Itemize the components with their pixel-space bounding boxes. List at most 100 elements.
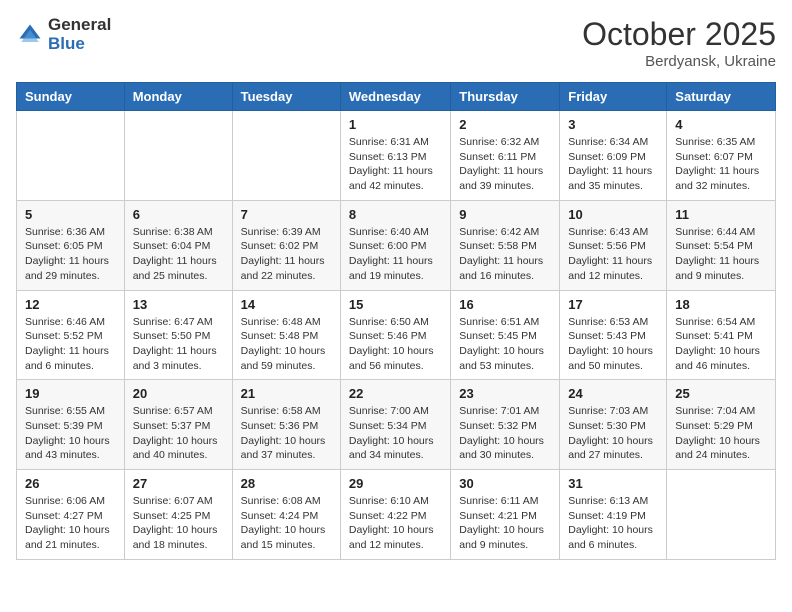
day-info: Sunrise: 6:34 AM Sunset: 6:09 PM Dayligh… bbox=[568, 135, 658, 194]
day-info: Sunrise: 6:13 AM Sunset: 4:19 PM Dayligh… bbox=[568, 494, 658, 553]
day-number: 6 bbox=[133, 207, 224, 222]
weekday-header-monday: Monday bbox=[124, 83, 232, 111]
day-number: 4 bbox=[675, 117, 767, 132]
calendar-cell: 26Sunrise: 6:06 AM Sunset: 4:27 PM Dayli… bbox=[17, 470, 125, 560]
weekday-header-thursday: Thursday bbox=[451, 83, 560, 111]
calendar-cell: 5 Sunrise: 6:36 AM Sunset: 6:05 PM Daylig… bbox=[17, 200, 125, 290]
day-number: 14 bbox=[241, 297, 332, 312]
day-number: 29 bbox=[349, 476, 442, 491]
day-info: Sunrise: 6:50 AM Sunset: 5:46 PM Dayligh… bbox=[349, 315, 442, 374]
calendar-cell: 28 Sunrise: 6:08 AM Sunset: 4:24 PM Dayli… bbox=[232, 470, 340, 560]
calendar-cell: 24 Sunrise: 7:03 AM Sunset: 5:30 PM Dayli… bbox=[560, 380, 667, 470]
day-info: Sunrise: 6:06 AM Sunset: 4:27 PM Dayligh… bbox=[25, 494, 116, 553]
calendar-cell: 6 Sunrise: 6:38 AM Sunset: 6:04 PM Daylig… bbox=[124, 200, 232, 290]
day-info: Sunrise: 6:47 AM Sunset: 5:50 PM Dayligh… bbox=[133, 315, 224, 374]
day-info: Sunrise: 6:38 AM Sunset: 6:04 PM Dayligh… bbox=[133, 225, 224, 284]
calendar-cell bbox=[17, 111, 125, 201]
calendar-cell: 22Sunrise: 7:00 AM Sunset: 5:34 PM Dayli… bbox=[340, 380, 450, 470]
calendar-cell: 7Sunrise: 6:39 AM Sunset: 6:02 PM Daylig… bbox=[232, 200, 340, 290]
day-info: Sunrise: 6:10 AM Sunset: 4:22 PM Dayligh… bbox=[349, 494, 442, 553]
day-info: Sunrise: 6:39 AM Sunset: 6:02 PM Dayligh… bbox=[241, 225, 332, 284]
day-number: 3 bbox=[568, 117, 658, 132]
calendar-cell: 30Sunrise: 6:11 AM Sunset: 4:21 PM Dayli… bbox=[451, 470, 560, 560]
calendar-cell: 9Sunrise: 6:42 AM Sunset: 5:58 PM Daylig… bbox=[451, 200, 560, 290]
day-info: Sunrise: 6:44 AM Sunset: 5:54 PM Dayligh… bbox=[675, 225, 767, 284]
day-info: Sunrise: 7:04 AM Sunset: 5:29 PM Dayligh… bbox=[675, 404, 767, 463]
logo-general-text: General bbox=[48, 16, 111, 35]
day-info: Sunrise: 6:08 AM Sunset: 4:24 PM Dayligh… bbox=[241, 494, 332, 553]
day-number: 25 bbox=[675, 386, 767, 401]
calendar-cell: 18 Sunrise: 6:54 AM Sunset: 5:41 PM Dayli… bbox=[667, 290, 776, 380]
page-header: General Blue October 2025 Berdyansk, Ukr… bbox=[16, 16, 776, 70]
day-number: 24 bbox=[568, 386, 658, 401]
calendar-cell: 15 Sunrise: 6:50 AM Sunset: 5:46 PM Dayli… bbox=[340, 290, 450, 380]
calendar-cell bbox=[124, 111, 232, 201]
day-number: 28 bbox=[241, 476, 332, 491]
weekday-header-sunday: Sunday bbox=[17, 83, 125, 111]
day-number: 12 bbox=[25, 297, 116, 312]
day-number: 13 bbox=[133, 297, 224, 312]
day-number: 27 bbox=[133, 476, 224, 491]
day-number: 19 bbox=[25, 386, 116, 401]
day-number: 10 bbox=[568, 207, 658, 222]
day-info: Sunrise: 6:40 AM Sunset: 6:00 PM Dayligh… bbox=[349, 225, 442, 284]
day-info: Sunrise: 6:36 AM Sunset: 6:05 PM Dayligh… bbox=[25, 225, 116, 284]
day-number: 21 bbox=[241, 386, 332, 401]
day-number: 17 bbox=[568, 297, 658, 312]
day-number: 15 bbox=[349, 297, 442, 312]
calendar-cell: 21Sunrise: 6:58 AM Sunset: 5:36 PM Dayli… bbox=[232, 380, 340, 470]
calendar-cell: 12 Sunrise: 6:46 AM Sunset: 5:52 PM Dayli… bbox=[17, 290, 125, 380]
day-info: Sunrise: 6:54 AM Sunset: 5:41 PM Dayligh… bbox=[675, 315, 767, 374]
calendar-week-row: 19 Sunrise: 6:55 AM Sunset: 5:39 PM Dayli… bbox=[17, 380, 776, 470]
calendar-cell: 2 Sunrise: 6:32 AM Sunset: 6:11 PM Daylig… bbox=[451, 111, 560, 201]
calendar-cell: 20 Sunrise: 6:57 AM Sunset: 5:37 PM Dayli… bbox=[124, 380, 232, 470]
day-number: 1 bbox=[349, 117, 442, 132]
day-number: 2 bbox=[459, 117, 551, 132]
logo-blue-text: Blue bbox=[48, 35, 111, 54]
day-number: 16 bbox=[459, 297, 551, 312]
day-info: Sunrise: 6:53 AM Sunset: 5:43 PM Dayligh… bbox=[568, 315, 658, 374]
calendar-table: SundayMondayTuesdayWednesdayThursdayFrid… bbox=[16, 82, 776, 560]
day-number: 20 bbox=[133, 386, 224, 401]
day-info: Sunrise: 6:42 AM Sunset: 5:58 PM Dayligh… bbox=[459, 225, 551, 284]
day-number: 18 bbox=[675, 297, 767, 312]
day-info: Sunrise: 6:57 AM Sunset: 5:37 PM Dayligh… bbox=[133, 404, 224, 463]
calendar-cell: 4 Sunrise: 6:35 AM Sunset: 6:07 PM Daylig… bbox=[667, 111, 776, 201]
calendar-cell: 16Sunrise: 6:51 AM Sunset: 5:45 PM Dayli… bbox=[451, 290, 560, 380]
weekday-header-wednesday: Wednesday bbox=[340, 83, 450, 111]
calendar-cell: 14 Sunrise: 6:48 AM Sunset: 5:48 PM Dayli… bbox=[232, 290, 340, 380]
calendar-cell bbox=[667, 470, 776, 560]
calendar-cell: 11 Sunrise: 6:44 AM Sunset: 5:54 PM Dayli… bbox=[667, 200, 776, 290]
calendar-cell: 8 Sunrise: 6:40 AM Sunset: 6:00 PM Daylig… bbox=[340, 200, 450, 290]
day-number: 23 bbox=[459, 386, 551, 401]
weekday-header-friday: Friday bbox=[560, 83, 667, 111]
day-info: Sunrise: 6:07 AM Sunset: 4:25 PM Dayligh… bbox=[133, 494, 224, 553]
day-info: Sunrise: 6:31 AM Sunset: 6:13 PM Dayligh… bbox=[349, 135, 442, 194]
day-info: Sunrise: 6:35 AM Sunset: 6:07 PM Dayligh… bbox=[675, 135, 767, 194]
day-number: 11 bbox=[675, 207, 767, 222]
calendar-week-row: 26Sunrise: 6:06 AM Sunset: 4:27 PM Dayli… bbox=[17, 470, 776, 560]
calendar-cell: 10 Sunrise: 6:43 AM Sunset: 5:56 PM Dayli… bbox=[560, 200, 667, 290]
calendar-cell: 31Sunrise: 6:13 AM Sunset: 4:19 PM Dayli… bbox=[560, 470, 667, 560]
logo: General Blue bbox=[16, 16, 111, 53]
calendar-cell: 27 Sunrise: 6:07 AM Sunset: 4:25 PM Dayli… bbox=[124, 470, 232, 560]
day-info: Sunrise: 6:43 AM Sunset: 5:56 PM Dayligh… bbox=[568, 225, 658, 284]
calendar-title: October 2025 bbox=[582, 16, 776, 53]
calendar-cell: 23Sunrise: 7:01 AM Sunset: 5:32 PM Dayli… bbox=[451, 380, 560, 470]
calendar-cell: 13 Sunrise: 6:47 AM Sunset: 5:50 PM Dayli… bbox=[124, 290, 232, 380]
day-info: Sunrise: 7:00 AM Sunset: 5:34 PM Dayligh… bbox=[349, 404, 442, 463]
day-info: Sunrise: 6:46 AM Sunset: 5:52 PM Dayligh… bbox=[25, 315, 116, 374]
weekday-header-saturday: Saturday bbox=[667, 83, 776, 111]
calendar-location: Berdyansk, Ukraine bbox=[582, 53, 776, 70]
day-info: Sunrise: 6:55 AM Sunset: 5:39 PM Dayligh… bbox=[25, 404, 116, 463]
calendar-week-row: 12 Sunrise: 6:46 AM Sunset: 5:52 PM Dayli… bbox=[17, 290, 776, 380]
logo-text: General Blue bbox=[48, 16, 111, 53]
calendar-cell: 17 Sunrise: 6:53 AM Sunset: 5:43 PM Dayli… bbox=[560, 290, 667, 380]
calendar-cell: 1 Sunrise: 6:31 AM Sunset: 6:13 PM Daylig… bbox=[340, 111, 450, 201]
day-info: Sunrise: 7:03 AM Sunset: 5:30 PM Dayligh… bbox=[568, 404, 658, 463]
day-number: 5 bbox=[25, 207, 116, 222]
day-info: Sunrise: 6:32 AM Sunset: 6:11 PM Dayligh… bbox=[459, 135, 551, 194]
logo-icon bbox=[16, 21, 44, 49]
day-info: Sunrise: 6:48 AM Sunset: 5:48 PM Dayligh… bbox=[241, 315, 332, 374]
day-number: 8 bbox=[349, 207, 442, 222]
